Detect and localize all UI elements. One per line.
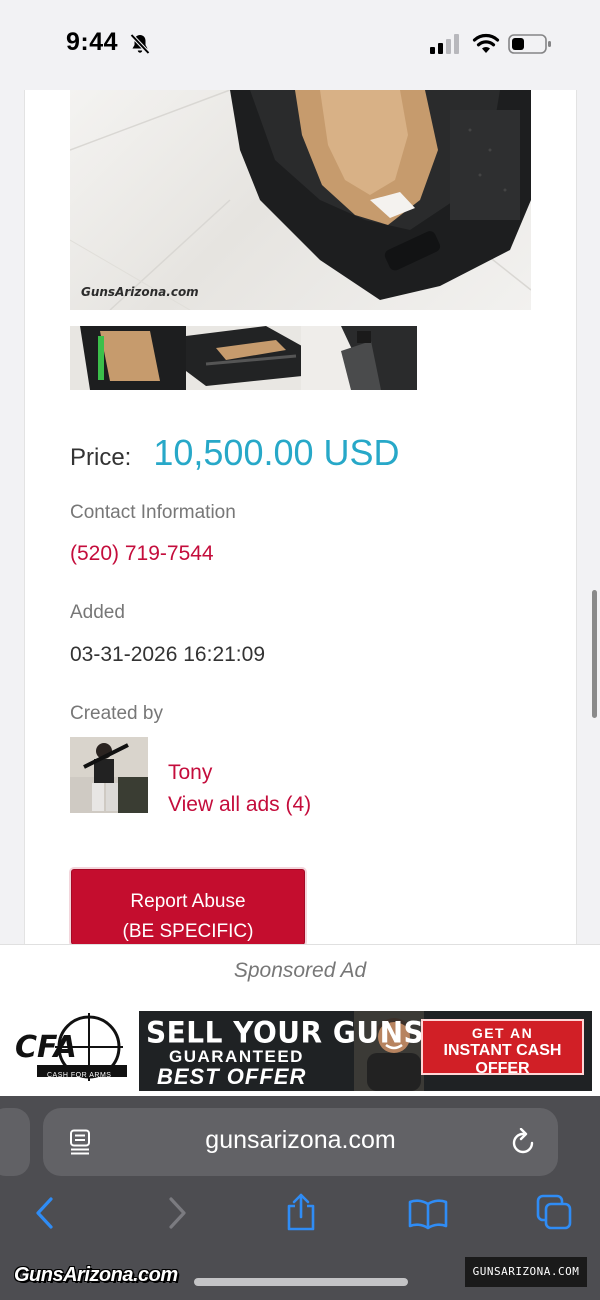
status-time: 9:44 xyxy=(66,28,119,56)
view-all-ads-link[interactable]: View all ads (4) xyxy=(168,793,311,817)
report-abuse-label: Report Abuse xyxy=(130,891,246,912)
wifi-icon xyxy=(472,33,500,53)
added-date: 03-31-2026 16:21:09 xyxy=(70,643,265,666)
bell-off-icon xyxy=(130,33,150,55)
back-chevron-icon[interactable] xyxy=(34,1196,56,1230)
site-watermark-right: GUNSARIZONA.COM xyxy=(465,1257,587,1287)
creator-name-link[interactable]: Tony xyxy=(168,761,212,785)
phone-link[interactable]: (520) 719-7544 xyxy=(70,542,214,566)
cfa-logo-icon: CFA xyxy=(15,1013,127,1081)
ad-logo-text: CASH FOR ARMS xyxy=(47,1072,112,1079)
ad-cta-line1: GET AN xyxy=(471,1025,534,1041)
ad-cta-line2: INSTANT CASH OFFER xyxy=(443,1042,562,1077)
thumbnail-strip xyxy=(70,326,417,390)
photo-watermark: GunsArizona.com xyxy=(81,285,199,299)
svg-text:CFA: CFA xyxy=(15,1030,77,1065)
share-icon[interactable] xyxy=(284,1192,318,1232)
ad-banner[interactable]: CFA CASH FOR ARMS SELL YOUR GUNS GUARANT… xyxy=(9,1011,592,1091)
previous-tab-preview[interactable] xyxy=(0,1108,30,1176)
contact-info-label: Contact Information xyxy=(70,502,236,523)
home-indicator[interactable] xyxy=(194,1278,408,1286)
forward-chevron-icon[interactable] xyxy=(166,1196,188,1230)
bookmarks-icon[interactable] xyxy=(408,1198,448,1230)
ad-tagline: BEST OFFER xyxy=(157,1064,307,1089)
added-label: Added xyxy=(70,602,125,623)
gun-case-photo: GunsArizona.com xyxy=(70,90,531,310)
price-label: Price: xyxy=(70,444,132,471)
reload-icon[interactable] xyxy=(511,1128,537,1156)
price-row: Price: 10,500.00 USD xyxy=(70,432,400,474)
site-watermark-left: GunsArizona.com xyxy=(14,1264,178,1286)
battery-icon xyxy=(508,34,551,54)
creator-avatar[interactable] xyxy=(70,737,148,813)
thumbnail-3[interactable] xyxy=(301,326,417,390)
report-abuse-button[interactable]: Report Abuse (BE SPECIFIC) xyxy=(71,869,305,945)
thumbnail-1[interactable] xyxy=(70,326,186,390)
tabs-icon[interactable] xyxy=(536,1194,574,1232)
price-value: 10,500.00 USD xyxy=(153,432,400,473)
scroll-indicator[interactable] xyxy=(592,590,597,718)
ad-cta-button[interactable]: GET AN INSTANT CASH OFFER xyxy=(421,1019,584,1077)
ad-headline: SELL YOUR GUNS xyxy=(146,1015,425,1050)
status-bar: 9:44 xyxy=(0,0,600,90)
url-text: gunsarizona.com xyxy=(205,1126,396,1154)
report-abuse-sublabel: (BE SPECIFIC) xyxy=(122,921,254,942)
sponsored-label: Sponsored Ad xyxy=(233,959,367,982)
address-bar[interactable]: gunsarizona.com xyxy=(43,1108,558,1176)
created-by-label: Created by xyxy=(70,703,163,724)
thumbnail-2[interactable] xyxy=(185,326,302,390)
cellular-signal-icon xyxy=(430,34,459,54)
sponsored-section: Sponsored Ad CFA CASH FOR ARMS SELL YOUR… xyxy=(0,944,600,1096)
listing-main-photo[interactable]: GunsArizona.com xyxy=(70,90,531,310)
